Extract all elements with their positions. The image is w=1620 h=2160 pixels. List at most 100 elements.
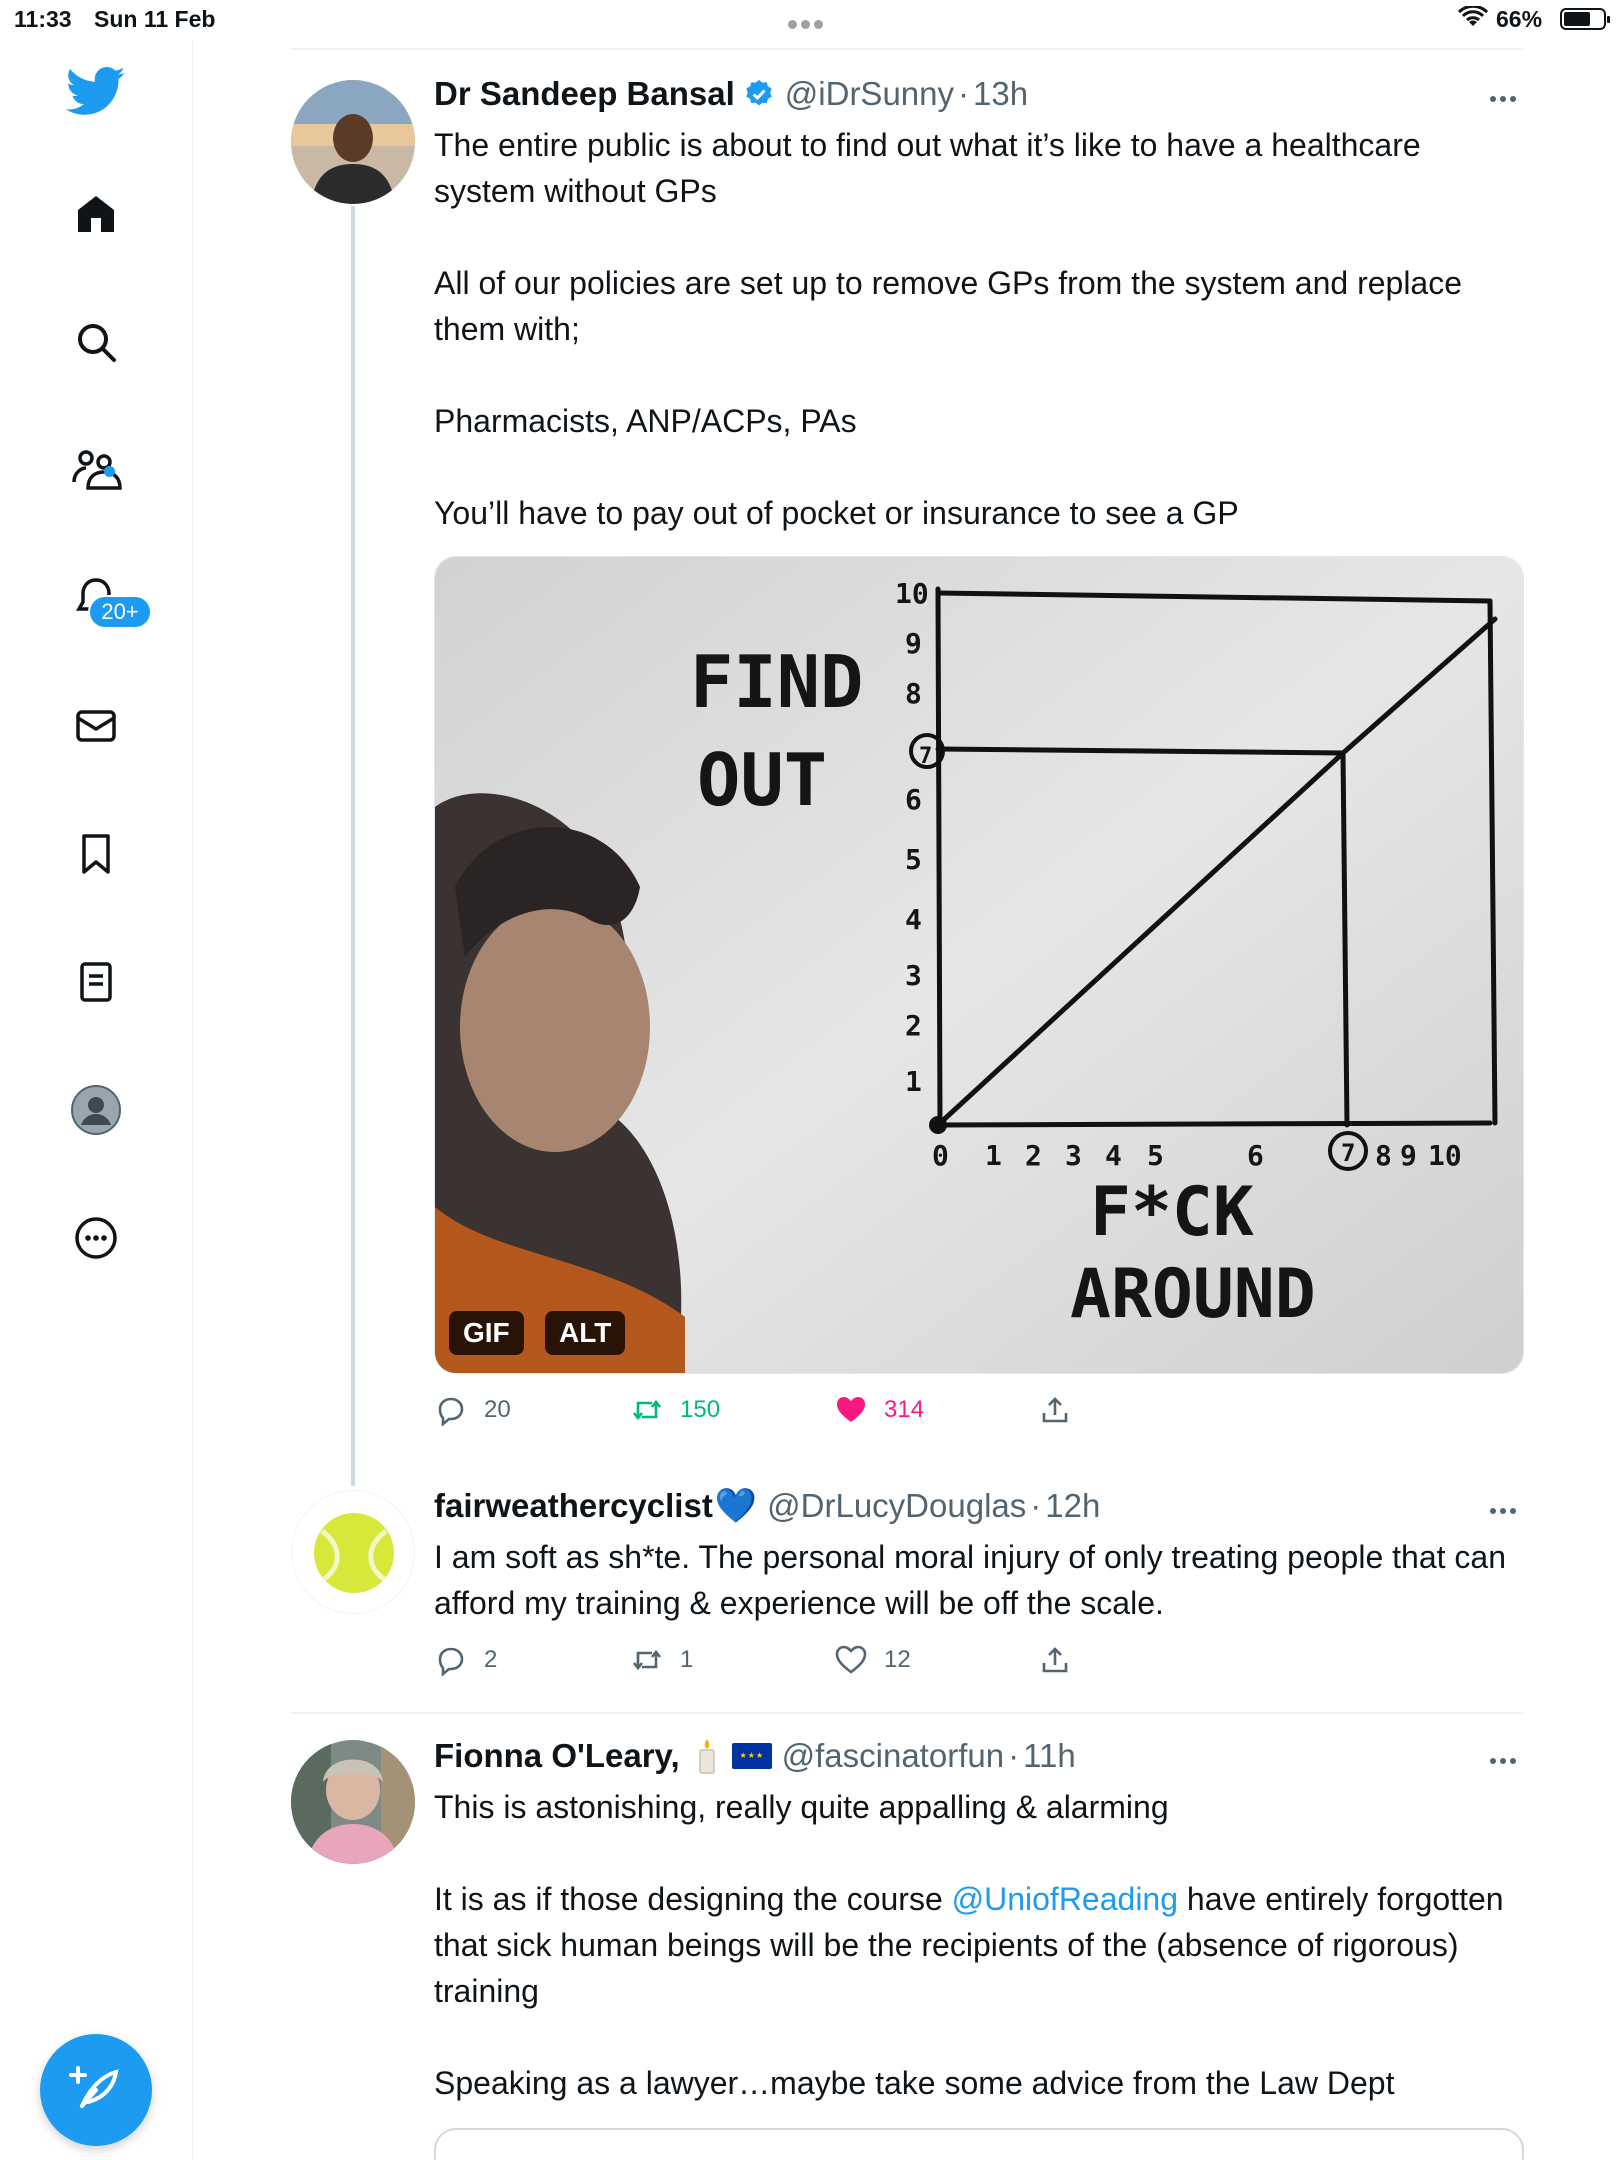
reply-button[interactable]: 20 [434,1390,511,1430]
svg-text:10: 10 [895,577,929,610]
separator-dot: · [1030,1487,1042,1524]
tweet-header: Dr Sandeep Bansal @iDrSunny · 13h [434,72,1028,116]
tweet-body: The entire public is about to find out w… [434,122,1524,536]
lists-icon[interactable] [66,952,126,1012]
svg-text:4: 4 [1105,1139,1122,1172]
heart-filled-icon [837,1397,865,1422]
tweet-paragraph: All of our policies are set up to remove… [434,265,1463,347]
retweet-button[interactable]: 1 [630,1640,693,1680]
tweet-header: fairweathercyclist 💙 @DrLucyDouglas · 12… [434,1484,1100,1528]
author-name[interactable]: fairweathercyclist [434,1487,713,1525]
search-icon[interactable] [66,312,126,372]
compose-button[interactable] [40,2034,152,2146]
whiteboard-gif-image: FIND OUT F*CK AROUND 123 456 8910 7 012 … [435,557,1523,1373]
whiteboard-label-around: AROUND [1070,1255,1316,1334]
svg-text:4: 4 [905,903,922,936]
notifications-badge: 20+ [88,595,152,629]
author-handle[interactable]: @DrLucyDouglas [767,1487,1026,1525]
reply-count: 20 [484,1396,511,1423]
svg-text:6: 6 [1247,1139,1264,1172]
tweet-body: I am soft as sh*te. The personal moral i… [434,1534,1524,1626]
tweet-media-gif[interactable]: FIND OUT F*CK AROUND 123 456 8 9 10 7 012 … [434,556,1524,1374]
text-segment: It is as if those designing the course [434,1881,952,1917]
separator-dot: · [958,75,970,112]
communities-badge-dot [104,466,115,477]
retweet-count: 150 [680,1396,721,1423]
svg-text:7: 7 [1341,1139,1355,1167]
whiteboard-label-out: OUT [697,738,827,822]
avatar[interactable] [291,1740,415,1864]
tweet-paragraph: Speaking as a lawyer…maybe take some adv… [434,2065,1395,2101]
more-options-icon[interactable] [1490,1501,1524,1514]
home-icon[interactable] [66,184,126,244]
sidebar-nav: 20+ [0,40,193,2160]
battery-icon [1560,8,1610,30]
svg-text:5: 5 [1147,1139,1164,1172]
mention-link[interactable]: @UniofReading [952,1881,1178,1917]
messages-icon[interactable] [66,696,126,756]
tweet-actions: 2 1 12 [434,1640,1524,1680]
quoted-tweet-card[interactable] [434,2128,1524,2160]
heart-outline-icon [835,1645,867,1674]
more-options-icon[interactable] [1490,1751,1524,1764]
twitter-logo-icon[interactable] [65,60,126,120]
battery-percent: 66% [1496,6,1543,32]
reply-icon [438,1647,464,1677]
reply-count: 2 [484,1646,498,1673]
status-bar: 11:33 Sun 11 Feb 66% [0,0,1620,40]
status-date: Sun 11 Feb [94,6,216,32]
share-icon [1042,1647,1068,1673]
retweet-count: 1 [680,1646,694,1673]
like-button[interactable]: 314 [834,1390,924,1430]
tweet-body: This is astonishing, really quite appall… [434,1784,1524,2106]
multitasking-dots-icon[interactable] [788,8,827,35]
tweet-paragraph: I am soft as sh*te. The personal moral i… [434,1539,1506,1621]
author-name[interactable]: Fionna O'Leary, [434,1737,680,1775]
gif-badge: GIF [449,1311,524,1355]
tweet-paragraph: It is as if those designing the course @… [434,1876,1524,2014]
feed-divider [291,48,1524,50]
tweet-paragraph: Pharmacists, ANP/ACPs, PAs [434,403,857,439]
like-count: 12 [884,1646,911,1673]
tweet-paragraph: The entire public is about to find out w… [434,127,1421,209]
tweet-timestamp[interactable]: 12h [1045,1487,1100,1525]
like-button[interactable]: 12 [834,1640,911,1680]
avatar[interactable] [291,80,415,204]
blue-heart-emoji: 💙 [714,1487,758,1525]
svg-text:8: 8 [905,677,922,710]
tweet-actions: 20 150 314 [434,1390,1524,1430]
share-button[interactable] [1038,1640,1072,1680]
reply-icon [438,1397,464,1427]
more-options-icon[interactable] [1490,89,1524,102]
author-handle[interactable]: @iDrSunny [785,75,954,113]
more-icon[interactable] [66,1208,126,1268]
whiteboard-label-fck: F*CK [1090,1173,1254,1252]
svg-text:7: 7 [919,744,932,769]
tweet-timestamp[interactable]: 11h [1023,1737,1076,1775]
reply-button[interactable]: 2 [434,1640,497,1680]
alt-text-button[interactable]: ALT [545,1311,626,1355]
bookmarks-icon[interactable] [66,824,126,884]
eu-flag-icon [731,1743,772,1769]
author-handle[interactable]: @fascinatorfun [782,1737,1004,1775]
author-name[interactable]: Dr Sandeep Bansal [434,75,735,113]
wifi-icon [1458,6,1488,26]
communities-icon[interactable] [66,440,126,500]
verified-badge-icon [746,80,772,106]
tweet-header: Fionna O'Leary, @fascinatorfun · 11h [434,1734,1076,1778]
svg-text:2: 2 [905,1009,922,1042]
like-count: 314 [884,1396,925,1423]
avatar[interactable] [291,1490,415,1614]
separator-dot: · [1008,1737,1020,1774]
retweet-icon [632,1649,662,1671]
svg-text:2: 2 [1025,1139,1042,1172]
thread-connector-line [351,206,355,1486]
tweet-divider [291,1712,1524,1714]
share-button[interactable] [1038,1390,1072,1430]
retweet-button[interactable]: 150 [630,1390,720,1430]
profile-icon[interactable] [66,1080,126,1140]
svg-text:9: 9 [1400,1139,1417,1172]
tweet-timestamp[interactable]: 13h [973,75,1028,113]
retweet-icon [632,1399,662,1421]
whiteboard-label-find: FIND [690,640,863,724]
